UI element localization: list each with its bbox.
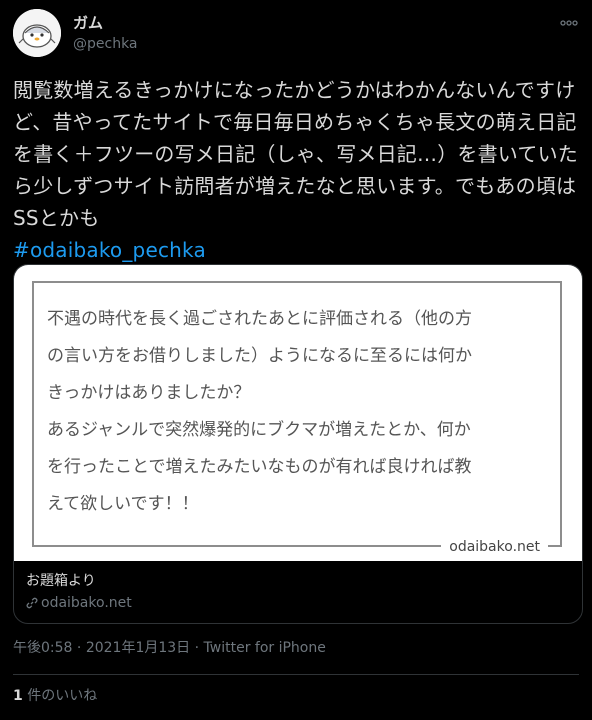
link-icon (26, 597, 38, 609)
question-line: えて欲しいです！！ (47, 494, 199, 514)
likes-count: 1 (13, 688, 23, 704)
meta-separator: · (194, 640, 200, 656)
tweet-text: 閲覧数増えるきっかけになったかどうかはわかんないんですけど、昔やってたサイトで毎… (13, 74, 579, 266)
card-meta: お題箱より odaibako.net (26, 572, 132, 612)
card-title: お題箱より (26, 573, 96, 589)
meta-separator: · (76, 640, 82, 656)
tweet-header: ガム @pechka (13, 9, 579, 65)
link-card[interactable]: 不遇の時代を長く過ごされたあとに評価される（他の方 の言い方をお借りしました）よ… (13, 264, 583, 624)
penguin-avatar-icon (13, 9, 61, 57)
card-domain: odaibako.net (41, 595, 132, 611)
hashtag-link[interactable]: #odaibako_pechka (13, 234, 579, 266)
question-text: 不遇の時代を長く過ごされたあとに評価される（他の方 の言い方をお借りしました）よ… (47, 301, 557, 523)
tweet-time[interactable]: 午後0:58 (13, 640, 72, 656)
card-image[interactable]: 不遇の時代を長く過ごされたあとに評価される（他の方 の言い方をお借りしました）よ… (14, 265, 582, 561)
tweet-body: 閲覧数増えるきっかけになったかどうかはわかんないんですけど、昔やってたサイトで毎… (13, 78, 578, 230)
question-line: 不遇の時代を長く過ごされたあとに評価される（他の方 (47, 309, 472, 329)
card-domain-row: odaibako.net (26, 594, 132, 612)
likes-link[interactable]: 1 件のいいね (13, 686, 97, 706)
question-line: あるジャンルで突然爆発的にブクマが増えたとか、何か (47, 420, 471, 440)
tweet-source[interactable]: Twitter for iPhone (204, 640, 326, 656)
likes-label: 件のいいね (22, 688, 98, 704)
avatar[interactable] (13, 9, 61, 57)
question-line: を行ったことで増えたみたいなものが有れば良ければ教 (47, 457, 472, 477)
more-options-icon[interactable] (559, 15, 579, 29)
card-watermark: odaibako.net (441, 537, 548, 557)
question-line: の言い方をお借りしました）ようになるに至るには何か (47, 346, 472, 366)
divider (13, 674, 579, 675)
handle[interactable]: @pechka (73, 34, 138, 54)
author-names: ガム @pechka (73, 13, 138, 54)
tweet-meta: 午後0:58 · 2021年1月13日 · Twitter for iPhone (13, 638, 326, 658)
question-line: きっかけはありましたか？ (47, 383, 251, 403)
display-name[interactable]: ガム (73, 13, 138, 33)
tweet-date[interactable]: 2021年1月13日 (86, 640, 190, 656)
